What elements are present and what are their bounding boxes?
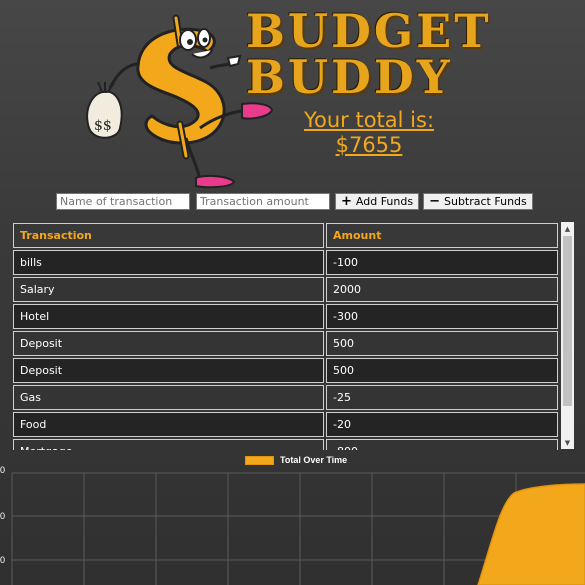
table-row: Deposit 500 xyxy=(13,331,558,356)
transaction-cell: Mortgage xyxy=(13,439,324,450)
table-row: Food -20 xyxy=(13,412,558,437)
amount-cell: -300 xyxy=(326,304,558,329)
minus-icon: − xyxy=(429,194,440,209)
amount-cell: -100 xyxy=(326,250,558,275)
transaction-cell: Deposit xyxy=(13,358,324,383)
subtract-funds-button[interactable]: − Subtract Funds xyxy=(423,193,533,210)
money-bag-icon: $$ xyxy=(86,81,123,139)
table-row: Deposit 500 xyxy=(13,358,558,383)
scroll-up-arrow-icon[interactable]: ▲ xyxy=(561,222,574,235)
transaction-cell: Hotel xyxy=(13,304,324,329)
amount-cell: 500 xyxy=(326,331,558,356)
legend-label: Total Over Time xyxy=(280,455,348,465)
table-row: Hotel -300 xyxy=(13,304,558,329)
chart-legend[interactable]: Total Over Time xyxy=(245,455,347,465)
transaction-cell: Salary xyxy=(13,277,324,302)
transaction-name-input[interactable] xyxy=(56,193,190,210)
amount-cell: -20 xyxy=(326,412,558,437)
transaction-cell: Food xyxy=(13,412,324,437)
brand-title: BUDGET BUDDY xyxy=(246,8,506,100)
transactions-table-container[interactable]: Transaction Amount bills -100 Salary 2000 … xyxy=(11,221,574,450)
table-row: bills -100 xyxy=(13,250,558,275)
subtract-funds-label: Subtract Funds xyxy=(444,195,527,208)
total-amount: $7655 xyxy=(335,133,403,157)
transaction-form: + Add Funds − Subtract Funds xyxy=(56,193,537,210)
total-over-time-chart xyxy=(11,472,585,585)
column-header-transaction: Transaction xyxy=(13,223,324,248)
area-series-total xyxy=(477,483,585,585)
svg-text:$$: $$ xyxy=(94,118,112,134)
transaction-amount-input[interactable] xyxy=(196,193,330,210)
y-tick-label: 0 xyxy=(0,465,6,475)
table-row: Salary 2000 xyxy=(13,277,558,302)
transaction-cell: Deposit xyxy=(13,331,324,356)
table-row: Gas -25 xyxy=(13,385,558,410)
plus-icon: + xyxy=(341,194,352,209)
scroll-down-arrow-icon[interactable]: ▼ xyxy=(561,436,574,449)
table-header-row: Transaction Amount xyxy=(13,223,558,248)
table-scrollbar[interactable]: ▲ ▼ xyxy=(561,222,574,449)
total-summary: Your total is: $7655 xyxy=(290,108,448,158)
add-funds-button[interactable]: + Add Funds xyxy=(335,193,420,210)
brand-line-2: BUDDY xyxy=(246,50,453,104)
amount-cell: -25 xyxy=(326,385,558,410)
y-tick-label: 0 xyxy=(0,555,6,565)
amount-cell: -800 xyxy=(326,439,558,450)
amount-cell: 2000 xyxy=(326,277,558,302)
total-label: Your total is: xyxy=(303,108,435,132)
y-tick-label: 0 xyxy=(0,511,6,521)
add-funds-label: Add Funds xyxy=(355,195,414,208)
amount-cell: 500 xyxy=(326,358,558,383)
table-row: Mortgage-800 xyxy=(13,439,558,450)
transaction-cell: Gas xyxy=(13,385,324,410)
brand-line-1: BUDGET xyxy=(246,4,492,58)
scrollbar-thumb[interactable] xyxy=(563,236,572,406)
legend-swatch xyxy=(245,455,274,465)
transactions-table: Transaction Amount bills -100 Salary 2000 … xyxy=(11,221,560,450)
transaction-cell: bills xyxy=(13,250,324,275)
column-header-amount: Amount xyxy=(326,223,558,248)
